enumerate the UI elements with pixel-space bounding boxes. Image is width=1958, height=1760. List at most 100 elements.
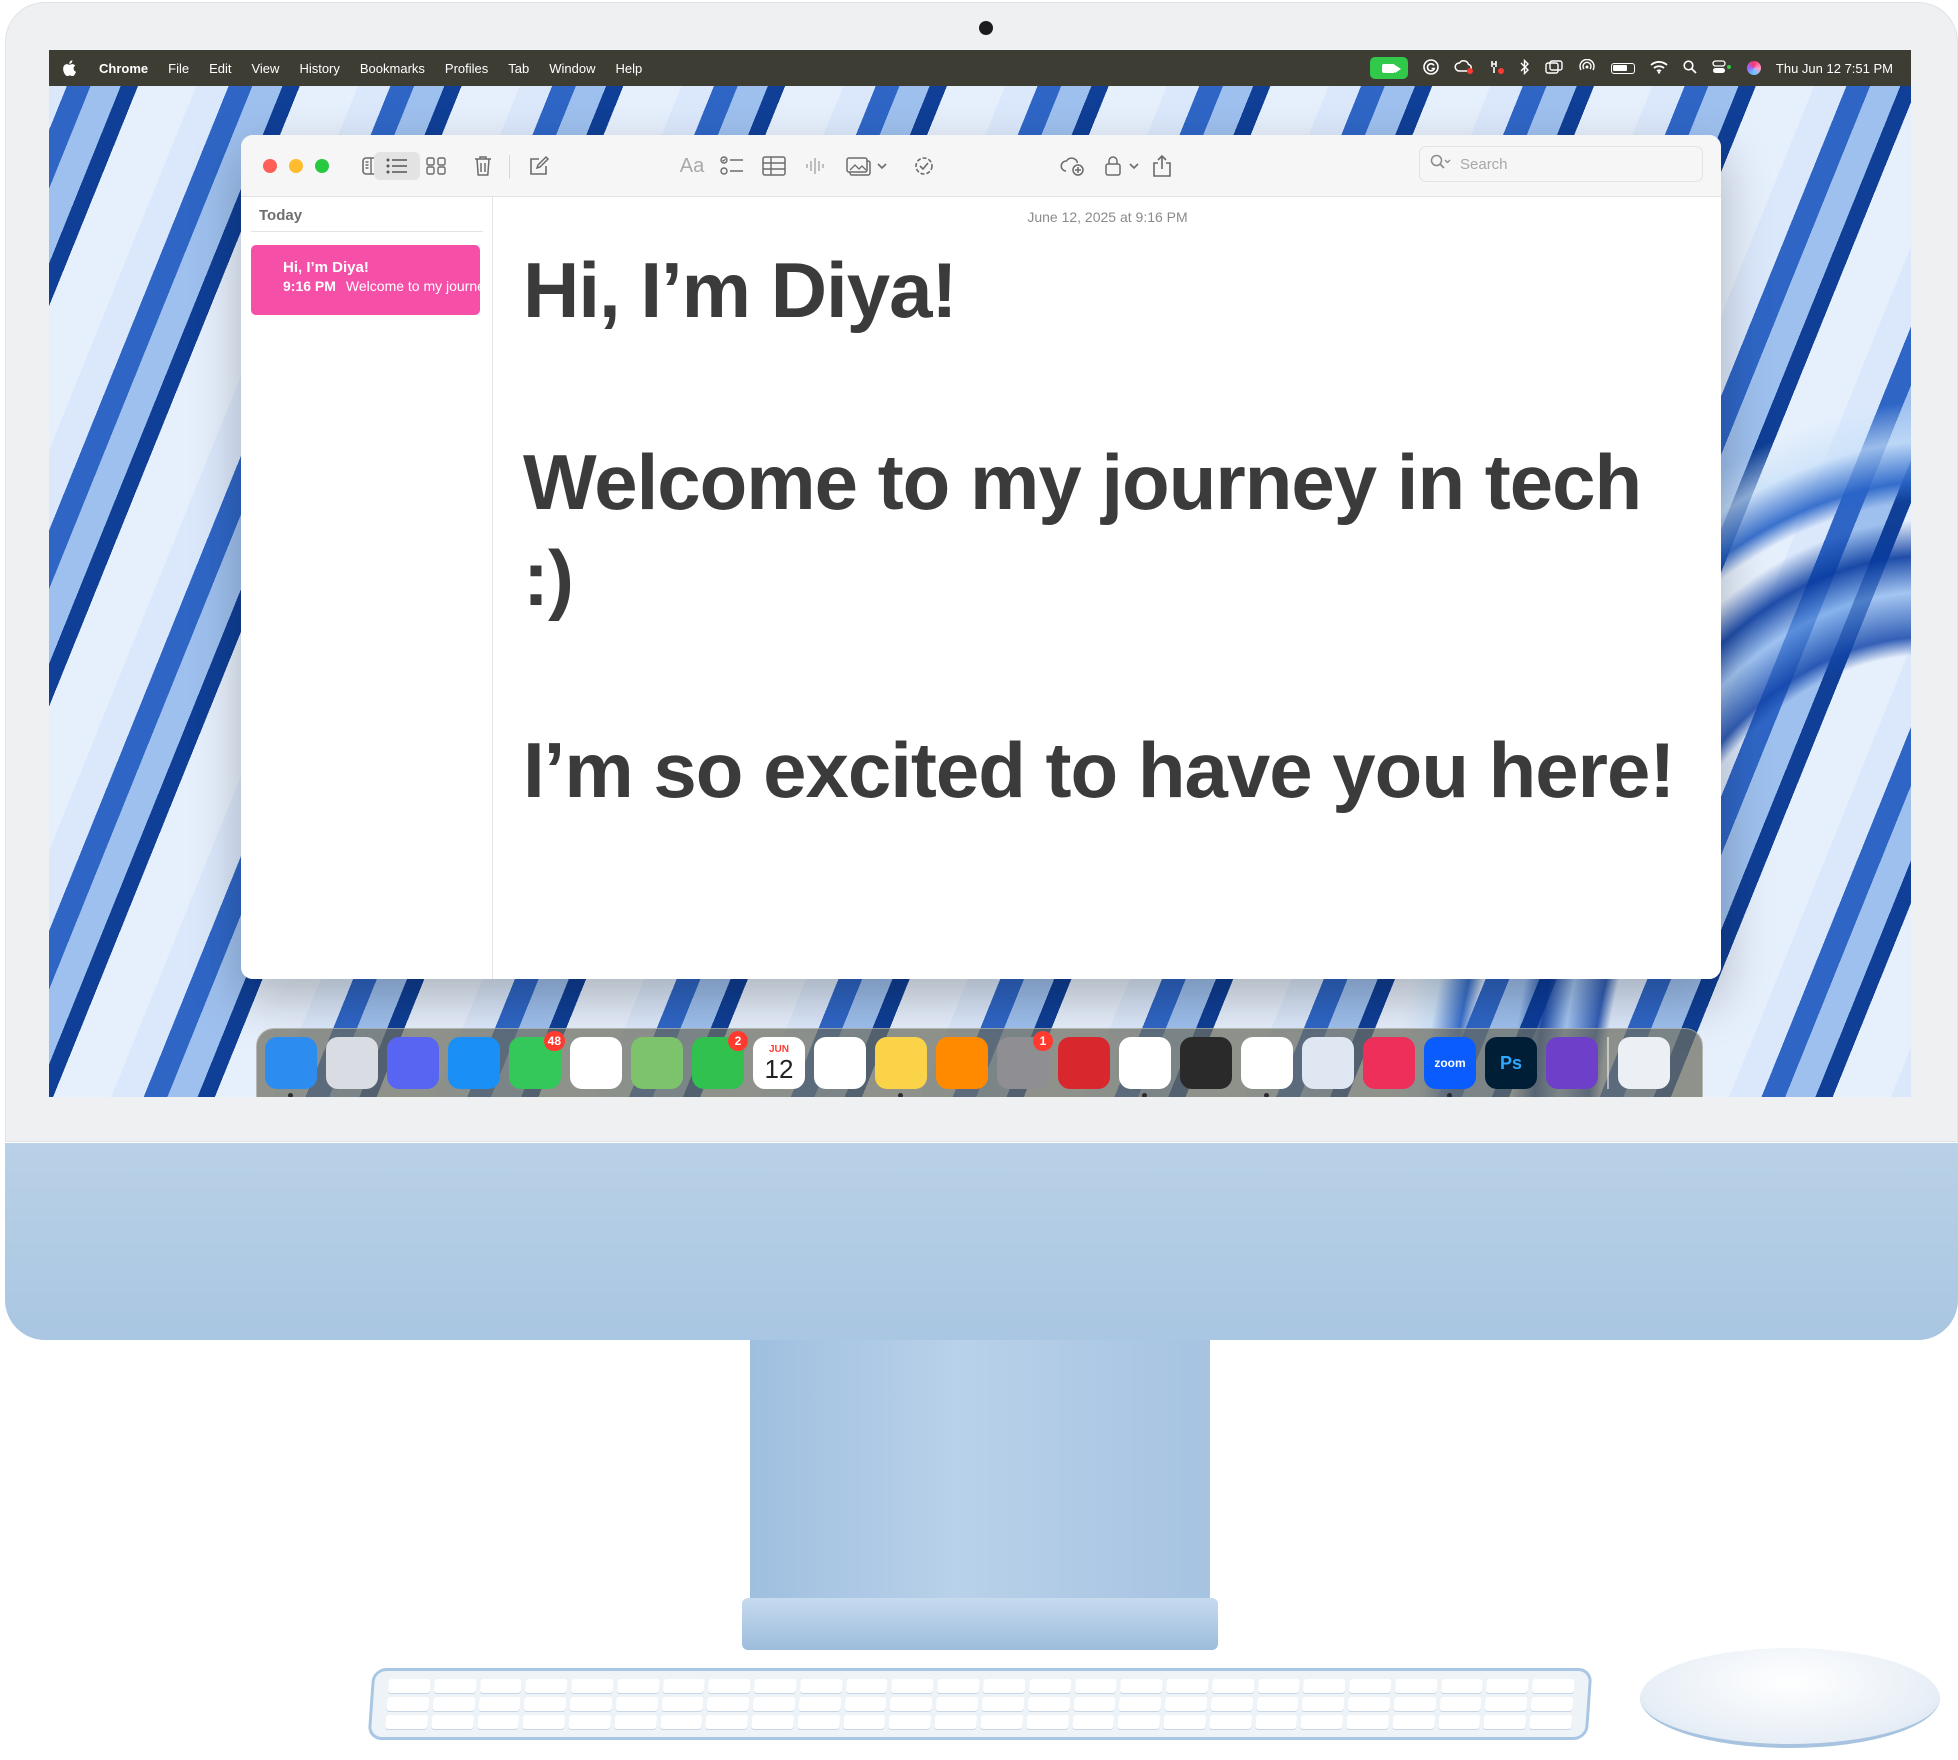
- checklist-icon[interactable]: [719, 152, 745, 180]
- dock-github-desktop-icon[interactable]: [1546, 1037, 1598, 1089]
- notes-toolbar: Aa Search: [241, 135, 1721, 197]
- dock: 48 2 JUN 12 1 zoom Ps: [256, 1028, 1703, 1097]
- menu-app-name[interactable]: Chrome: [89, 61, 158, 76]
- window-close-button[interactable]: [263, 159, 277, 173]
- imac-chin: [5, 1143, 1958, 1340]
- dock-photoshop-icon[interactable]: Ps: [1485, 1037, 1537, 1089]
- dock-creative-cloud-icon[interactable]: [1363, 1037, 1415, 1089]
- lock-note-icon[interactable]: [1103, 152, 1143, 180]
- menu-history[interactable]: History: [289, 61, 349, 76]
- running-indicator: [898, 1093, 903, 1097]
- delete-note-icon[interactable]: [471, 152, 495, 180]
- menu-extras: Thu Jun 12 7:51 PM: [1369, 57, 1911, 79]
- dock-trash-icon[interactable]: [1618, 1037, 1670, 1089]
- menu-help[interactable]: Help: [606, 61, 653, 76]
- note-body[interactable]: Hi, I’m Diya! Welcome to my journey in t…: [523, 242, 1693, 818]
- text-format-button[interactable]: Aa: [677, 152, 707, 180]
- dock-zoom-icon[interactable]: zoom: [1424, 1037, 1476, 1097]
- menu-bar: Chrome File Edit View History Bookmarks …: [49, 50, 1911, 86]
- dock-books-icon[interactable]: [936, 1037, 988, 1089]
- magic-mouse: [1640, 1648, 1940, 1748]
- siri-icon[interactable]: [1746, 61, 1761, 75]
- audio-recording-icon[interactable]: [803, 152, 827, 180]
- imac-stand-base: [742, 1598, 1218, 1650]
- calendar-day: 12: [764, 1054, 794, 1084]
- notes-window: Aa Search Today Hi, I’m Diya! 9:16 PM We…: [241, 135, 1721, 979]
- note-list-item-title: Hi, I’m Diya!: [283, 259, 369, 276]
- bluetooth-icon[interactable]: [1520, 58, 1530, 77]
- window-fullscreen-button[interactable]: [315, 159, 329, 173]
- note-line-welcome: Welcome to my journey in tech :): [523, 438, 1642, 622]
- running-indicator: [1264, 1093, 1269, 1097]
- control-center-icon[interactable]: [1712, 60, 1732, 76]
- dock-notes-icon[interactable]: [875, 1037, 927, 1097]
- notification-badge: 2: [728, 1031, 748, 1051]
- search-placeholder: Search: [1460, 155, 1508, 173]
- section-header-today: Today: [259, 207, 303, 224]
- menu-clock[interactable]: Thu Jun 12 7:51 PM: [1776, 62, 1893, 75]
- search-field[interactable]: Search: [1419, 146, 1703, 182]
- running-indicator: [288, 1093, 293, 1097]
- collaborate-icon[interactable]: [911, 152, 937, 180]
- dock-finder-icon[interactable]: [265, 1037, 317, 1097]
- dock-visual-studio-code-icon[interactable]: [1241, 1037, 1293, 1097]
- running-indicator: [1447, 1093, 1452, 1097]
- dock-photo-booth-icon[interactable]: [1058, 1037, 1110, 1089]
- vpn-icon[interactable]: [1489, 59, 1505, 77]
- share-link-icon[interactable]: [1059, 152, 1087, 180]
- note-list-item-preview: Welcome to my journey: [345, 278, 480, 294]
- keyboard: [367, 1668, 1593, 1740]
- dock-photos-icon[interactable]: [570, 1037, 622, 1089]
- dock-discord-icon[interactable]: [387, 1037, 439, 1089]
- dock-preview-icon[interactable]: [1302, 1037, 1354, 1089]
- notes-sidebar: Today Hi, I’m Diya! 9:16 PM Welcome to my…: [241, 197, 493, 979]
- screen-mirroring-icon[interactable]: [1545, 60, 1563, 76]
- menu-profiles[interactable]: Profiles: [435, 61, 498, 76]
- dock-facetime-icon[interactable]: 2: [692, 1031, 748, 1089]
- dock-quicktime-player-icon[interactable]: [1180, 1037, 1232, 1089]
- wifi-icon[interactable]: [1650, 60, 1668, 76]
- dock-launchpad-icon[interactable]: [326, 1037, 378, 1089]
- table-icon[interactable]: [761, 152, 787, 180]
- dock-chrome-icon[interactable]: [1119, 1037, 1171, 1097]
- apple-menu-icon[interactable]: [49, 60, 89, 76]
- gallery-view-icon[interactable]: [421, 152, 451, 180]
- dock-safari-icon[interactable]: [448, 1037, 500, 1089]
- menu-file[interactable]: File: [158, 61, 199, 76]
- list-view-icon[interactable]: [374, 152, 420, 180]
- menu-view[interactable]: View: [241, 61, 289, 76]
- menu-edit[interactable]: Edit: [199, 61, 241, 76]
- new-note-icon[interactable]: [527, 152, 551, 180]
- dock-app-label: zoom: [1434, 1056, 1466, 1070]
- grammarly-icon[interactable]: [1423, 59, 1439, 77]
- screen: Chrome File Edit View History Bookmarks …: [49, 50, 1911, 1097]
- facetime-camera-icon[interactable]: [1369, 57, 1408, 79]
- dock-app-label: Ps: [1499, 1052, 1523, 1073]
- note-editor[interactable]: June 12, 2025 at 9:16 PM Hi, I’m Diya! W…: [494, 197, 1721, 979]
- window-minimize-button[interactable]: [289, 159, 303, 173]
- battery-icon[interactable]: [1610, 62, 1635, 74]
- note-line-excited: I’m so excited to have you here!: [523, 726, 1675, 814]
- dock-reminders-icon[interactable]: [814, 1037, 866, 1089]
- camera: [979, 21, 993, 35]
- media-insert-icon[interactable]: [845, 152, 891, 180]
- note-list-item-time: 9:16 PM: [283, 278, 336, 294]
- airdrop-icon[interactable]: [1578, 58, 1596, 77]
- creative-cloud-icon[interactable]: [1454, 59, 1474, 77]
- menu-window[interactable]: Window: [539, 61, 605, 76]
- note-list-item[interactable]: Hi, I’m Diya! 9:16 PM Welcome to my journ…: [251, 245, 480, 315]
- notification-badge: 48: [543, 1031, 565, 1051]
- running-indicator: [1142, 1093, 1147, 1097]
- dock-separator: [1607, 1037, 1609, 1089]
- dock-system-settings-icon[interactable]: 1: [997, 1031, 1053, 1089]
- spotlight-search-icon[interactable]: [1683, 60, 1697, 76]
- menu-tab[interactable]: Tab: [498, 61, 539, 76]
- share-icon[interactable]: [1149, 152, 1175, 180]
- dock-maps-icon[interactable]: [631, 1037, 683, 1089]
- menu-bookmarks[interactable]: Bookmarks: [350, 61, 435, 76]
- dock-messages-icon[interactable]: 48: [509, 1031, 565, 1089]
- note-date: June 12, 2025 at 9:16 PM: [1027, 209, 1188, 225]
- note-line-greeting: Hi, I’m Diya!: [523, 246, 957, 334]
- dock-calendar-icon[interactable]: JUN 12: [753, 1037, 805, 1089]
- notification-badge: 1: [1033, 1031, 1053, 1051]
